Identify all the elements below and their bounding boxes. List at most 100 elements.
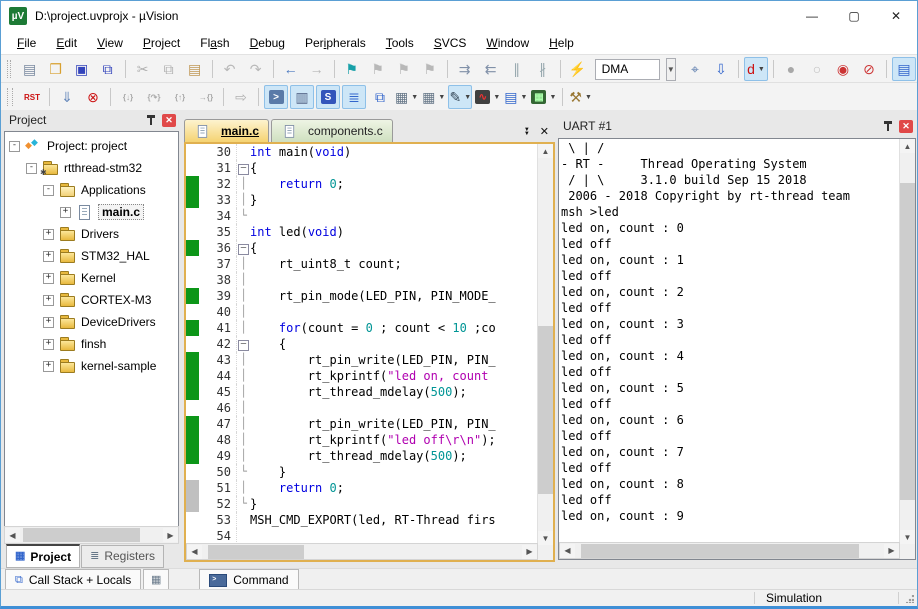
find-next-button[interactable]: ⇩ — [709, 57, 733, 81]
tree-item-kernel-sample[interactable]: +kernel-sample — [5, 355, 178, 377]
project-close-icon[interactable]: ✕ — [162, 114, 176, 127]
toolbox-button[interactable]: ▦▼ — [530, 85, 557, 109]
menu-item-flash[interactable]: Flash — [190, 34, 239, 52]
fold-marker[interactable]: – — [236, 160, 250, 176]
fold-collapse-icon[interactable]: – — [238, 164, 249, 175]
run-to-line-button[interactable]: →{} — [194, 85, 218, 109]
tab-project[interactable]: ▦ Project — [6, 544, 80, 568]
target-select-dropdown-icon[interactable]: ▼ — [666, 58, 676, 81]
watch-window-button[interactable]: ▦▼ — [394, 85, 419, 109]
uart-output[interactable]: \ | /- RT - Thread Operating System / | … — [558, 138, 916, 560]
tab-registers[interactable]: ≣ Registers — [81, 545, 164, 568]
scroll-thumb[interactable] — [581, 544, 859, 558]
tree-item-project-project[interactable]: -Project: project — [5, 135, 178, 157]
tab-components-c[interactable]: components.c — [271, 119, 393, 142]
tree-item-stm32-hal[interactable]: +STM32_HAL — [5, 245, 178, 267]
tab-main-c[interactable]: main.c — [184, 119, 269, 142]
tree-item-kernel[interactable]: +Kernel — [5, 267, 178, 289]
command-window-button[interactable]: > — [264, 85, 288, 109]
target-select-combo[interactable]: DMA — [595, 59, 660, 80]
bookmark-prev-button[interactable]: ⚑ — [392, 57, 416, 81]
callstack-window-button[interactable]: ⧉ — [368, 85, 392, 109]
menu-item-edit[interactable]: Edit — [46, 34, 87, 52]
enable-breakpoint-button[interactable]: ○ — [805, 57, 829, 81]
editor-vscrollbar[interactable]: ▲ ▼ — [537, 144, 553, 545]
expand-icon[interactable]: + — [43, 251, 54, 262]
resize-grip[interactable] — [906, 595, 914, 603]
bookmark-clear-button[interactable]: ⚑ — [418, 57, 442, 81]
scroll-thumb[interactable] — [900, 183, 915, 500]
fold-collapse-icon[interactable]: – — [238, 340, 249, 351]
run-button[interactable]: ⇓ — [55, 85, 79, 109]
configuration-wizard-button[interactable]: ▤ — [892, 57, 916, 81]
uart-hscrollbar[interactable]: ◀ ▶ — [559, 542, 900, 559]
scroll-right-icon[interactable]: ▶ — [884, 544, 899, 558]
insert-breakpoint-button[interactable]: ● — [779, 57, 803, 81]
menu-item-file[interactable]: File — [7, 34, 46, 52]
scroll-thumb[interactable] — [23, 528, 140, 542]
bookmark-next-button[interactable]: ⚑ — [366, 57, 390, 81]
reset-button[interactable]: RST — [20, 85, 44, 109]
menu-item-window[interactable]: Window — [476, 34, 539, 52]
expand-icon[interactable]: + — [43, 229, 54, 240]
project-hscrollbar[interactable]: ◀ ▶ — [4, 526, 179, 544]
scroll-left-icon[interactable]: ◀ — [560, 544, 575, 558]
menu-item-peripherals[interactable]: Peripherals — [295, 34, 376, 52]
collapse-icon[interactable]: - — [26, 163, 37, 174]
outdent-button[interactable]: ⇇ — [479, 57, 503, 81]
redo-button[interactable]: ↷ — [244, 57, 268, 81]
tree-item-drivers[interactable]: +Drivers — [5, 223, 178, 245]
tree-item-finsh[interactable]: +finsh — [5, 333, 178, 355]
scroll-right-icon[interactable]: ▶ — [522, 545, 537, 559]
navigate-back-button[interactable]: ← — [279, 57, 303, 81]
expand-icon[interactable]: + — [43, 295, 54, 306]
scroll-left-icon[interactable]: ◀ — [5, 528, 20, 542]
stop-button[interactable]: ⊗ — [81, 85, 105, 109]
collapse-icon[interactable]: - — [43, 185, 54, 196]
collapse-icon[interactable]: - — [9, 141, 20, 152]
scroll-left-icon[interactable]: ◀ — [187, 545, 202, 559]
maximize-button[interactable]: ▢ — [833, 1, 875, 31]
disassembly-window-button[interactable]: ▥ — [290, 85, 314, 109]
serial-window-button[interactable]: ✎▼ — [448, 85, 472, 109]
tab-list-chevron-icon[interactable]: ▼▼ — [524, 128, 530, 136]
tree-item-devicedrivers[interactable]: +DeviceDrivers — [5, 311, 178, 333]
scroll-thumb[interactable] — [538, 326, 553, 494]
system-viewer-button[interactable]: ▤▼ — [503, 85, 528, 109]
scroll-down-icon[interactable]: ▼ — [538, 531, 553, 545]
pin-icon[interactable] — [883, 120, 893, 132]
menu-item-view[interactable]: View — [87, 34, 133, 52]
expand-icon[interactable]: + — [43, 361, 54, 372]
minimize-button[interactable]: — — [791, 1, 833, 31]
memory-window-quick-button[interactable]: ▦ — [143, 569, 169, 591]
find-in-files-button[interactable]: ⌖ — [683, 57, 707, 81]
expand-icon[interactable]: + — [43, 273, 54, 284]
scroll-down-icon[interactable]: ▼ — [900, 530, 915, 544]
uart-close-icon[interactable]: ✕ — [899, 120, 913, 133]
uart-vscrollbar[interactable]: ▲ ▼ — [899, 139, 915, 544]
fold-collapse-icon[interactable]: – — [238, 244, 249, 255]
tree-item-applications[interactable]: -Applications — [5, 179, 178, 201]
memory-window-button[interactable]: ▦▼ — [421, 85, 446, 109]
comment-button[interactable]: ∥ — [505, 57, 529, 81]
undo-button[interactable]: ↶ — [218, 57, 242, 81]
kill-all-breakpoints-button[interactable]: ⊘ — [857, 57, 881, 81]
tree-item-main-c[interactable]: +main.c — [5, 201, 178, 223]
show-next-statement-button[interactable]: ⇨ — [229, 85, 253, 109]
menu-item-debug[interactable]: Debug — [240, 34, 295, 52]
expand-icon[interactable]: + — [43, 339, 54, 350]
step-button[interactable]: {↓} — [116, 85, 140, 109]
fold-marker[interactable]: – — [236, 240, 250, 256]
menu-item-svcs[interactable]: SVCS — [424, 34, 477, 52]
tab-call-stack-locals[interactable]: ⧉ Call Stack + Locals — [5, 569, 141, 591]
editor-hscrollbar[interactable]: ◀ ▶ — [186, 543, 538, 560]
menu-item-help[interactable]: Help — [539, 34, 584, 52]
scroll-thumb[interactable] — [208, 545, 304, 559]
code-area[interactable]: 30int main(void)31–{32│ return 0;33│}34└… — [186, 144, 538, 545]
scroll-right-icon[interactable]: ▶ — [163, 528, 178, 542]
toolbar-grip[interactable] — [7, 88, 13, 106]
debug-session-button[interactable]: d▼ — [744, 57, 768, 81]
close-button[interactable]: ✕ — [875, 1, 917, 31]
menu-item-tools[interactable]: Tools — [376, 34, 424, 52]
scroll-up-icon[interactable]: ▲ — [538, 144, 553, 158]
